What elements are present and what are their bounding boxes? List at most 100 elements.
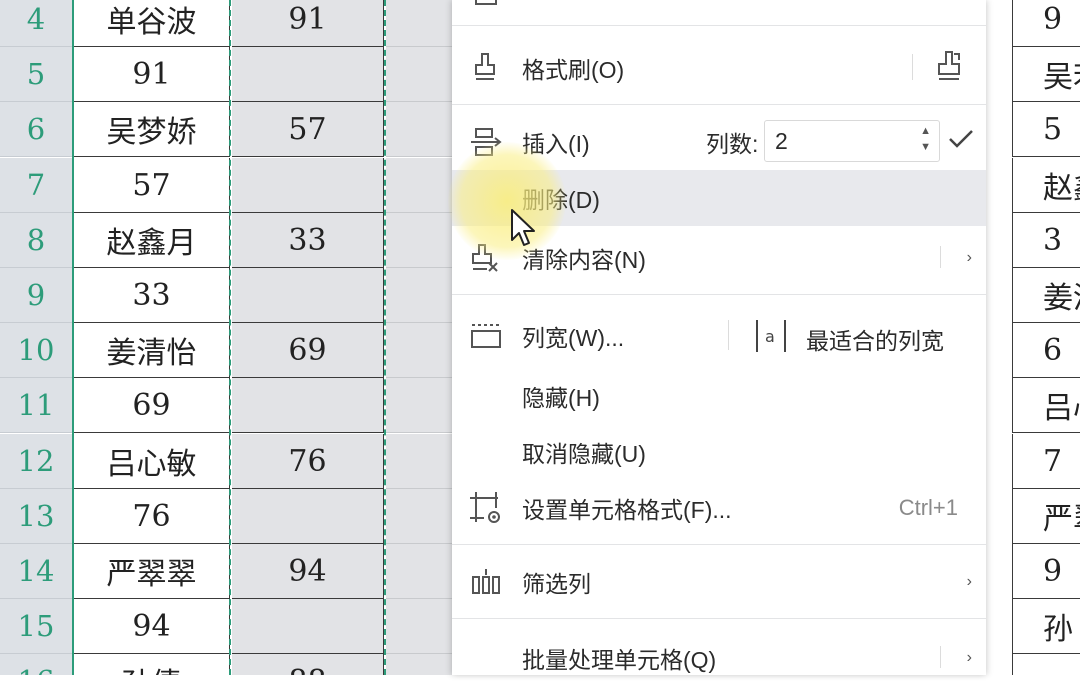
cell-name[interactable]: 33 [74, 268, 230, 323]
cell-score[interactable] [232, 599, 384, 654]
mouse-cursor-icon [510, 208, 538, 253]
column-width-icon [466, 316, 506, 356]
cell-empty[interactable] [386, 213, 452, 268]
cell-score[interactable]: 69 [232, 323, 384, 378]
best-fit-label[interactable]: 最适合的列宽 [806, 322, 944, 356]
cell-right[interactable]: 3 [1012, 213, 1080, 268]
row-header[interactable]: 5 [0, 47, 72, 102]
menu-separator [452, 544, 986, 545]
cell-empty[interactable] [386, 489, 452, 544]
cell-name[interactable]: 单谷波 [74, 0, 230, 47]
cell-name[interactable]: 严翠翠 [74, 544, 230, 599]
menu-item-format-painter[interactable]: 格式刷(O) [452, 40, 986, 96]
row-header[interactable]: 14 [0, 544, 72, 599]
cell-right[interactable]: 吕心 [1012, 378, 1080, 433]
cell-right[interactable] [1012, 654, 1080, 675]
row-header[interactable]: 8 [0, 213, 72, 268]
cell-empty[interactable] [386, 268, 452, 323]
cell-score[interactable] [232, 268, 384, 323]
cell-right[interactable]: 吴若 [1012, 47, 1080, 102]
cell-name[interactable]: 姜清怡 [74, 323, 230, 378]
cell-right[interactable]: 赵鑫 [1012, 158, 1080, 213]
format-painter-sticky-icon[interactable] [930, 48, 970, 93]
row-header[interactable]: 12 [0, 434, 72, 489]
menu-item-unhide[interactable]: 取消隐藏(U) [452, 424, 986, 480]
cell-right[interactable]: 姜清 [1012, 268, 1080, 323]
menu-item-batch-process[interactable]: 批量处理单元格(Q) › [452, 630, 986, 686]
row-header[interactable]: 4 [0, 0, 72, 47]
cell-right[interactable]: 9 [1012, 0, 1080, 47]
batch-process-label: 批量处理单元格(Q) [522, 647, 717, 673]
hide-label: 隐藏(H) [522, 385, 600, 411]
cell-empty[interactable] [386, 102, 452, 157]
format-cells-label: 设置单元格格式(F)... [522, 497, 732, 523]
cell-empty[interactable] [386, 0, 452, 47]
cell-score[interactable]: 33 [232, 213, 384, 268]
cell-score[interactable]: 88 [232, 654, 384, 675]
menu-item-hide[interactable]: 隐藏(H) [452, 368, 986, 424]
row-header[interactable]: 7 [0, 158, 72, 213]
stepper-arrows-icon[interactable]: ▲ ▼ [920, 123, 931, 155]
cell-name[interactable]: 94 [74, 599, 230, 654]
cell-name[interactable]: 69 [74, 378, 230, 433]
column-count-value: 2 [775, 127, 788, 154]
menu-separator [452, 104, 986, 105]
divider [940, 246, 941, 268]
cell-name[interactable]: 76 [74, 489, 230, 544]
submenu-arrow-icon: › [966, 649, 972, 666]
cell-right[interactable]: 9 [1012, 544, 1080, 599]
copy-marquee-right [384, 0, 386, 675]
cell-right[interactable]: 孙 [1012, 599, 1080, 654]
divider [728, 320, 729, 350]
cell-empty[interactable] [386, 47, 452, 102]
cell-right[interactable]: 6 [1012, 323, 1080, 378]
menu-item-partial[interactable] [452, 0, 986, 18]
row-header[interactable]: 9 [0, 268, 72, 323]
row-header[interactable]: 16 [0, 654, 72, 675]
cell-empty[interactable] [386, 323, 452, 378]
unhide-label: 取消隐藏(U) [522, 441, 646, 467]
partial-icon [466, 0, 506, 20]
cell-right[interactable]: 严翠 [1012, 489, 1080, 544]
cell-score[interactable]: 94 [232, 544, 384, 599]
cell-empty[interactable] [386, 434, 452, 489]
format-painter-label: 格式刷(O) [522, 57, 625, 83]
cell-score[interactable] [232, 489, 384, 544]
cursor-highlight [448, 142, 566, 260]
row-header[interactable]: 13 [0, 489, 72, 544]
cell-name[interactable]: 57 [74, 158, 230, 213]
divider [940, 646, 941, 668]
context-menu: 格式刷(O) 插入(I) 列数: 2 ▲▼ 删除(D) 清除内容(N) › 列 [452, 0, 986, 675]
row-header[interactable]: 15 [0, 599, 72, 654]
cell-empty[interactable] [386, 654, 452, 675]
filter-column-label: 筛选列 [522, 571, 591, 597]
divider [912, 54, 913, 80]
format-painter-icon [466, 48, 506, 88]
cell-empty[interactable] [386, 378, 452, 433]
cell-name[interactable]: 孙倩 [74, 654, 230, 675]
cell-name[interactable]: 吴梦娇 [74, 102, 230, 157]
cell-right[interactable]: 5 [1012, 102, 1080, 157]
row-header[interactable]: 10 [0, 323, 72, 378]
confirm-check-icon[interactable] [946, 124, 976, 159]
format-cells-icon [466, 488, 506, 528]
best-fit-icon[interactable]: a [754, 318, 788, 359]
cell-score[interactable] [232, 47, 384, 102]
row-header[interactable]: 6 [0, 102, 72, 157]
cell-empty[interactable] [386, 544, 452, 599]
cell-empty[interactable] [386, 158, 452, 213]
cell-score[interactable]: 76 [232, 434, 384, 489]
cell-score[interactable] [232, 378, 384, 433]
column-count-stepper[interactable]: 2 ▲ ▼ [764, 120, 940, 162]
cell-score[interactable]: 91 [232, 0, 384, 47]
cell-empty[interactable] [386, 599, 452, 654]
cell-right[interactable]: 7 [1012, 434, 1080, 489]
menu-item-format-cells[interactable]: 设置单元格格式(F)... Ctrl+1 [452, 480, 986, 536]
row-header[interactable]: 11 [0, 378, 72, 433]
menu-item-filter-column[interactable]: 筛选列 › [452, 554, 986, 610]
cell-score[interactable]: 57 [232, 102, 384, 157]
cell-score[interactable] [232, 158, 384, 213]
cell-name[interactable]: 吕心敏 [74, 434, 230, 489]
cell-name[interactable]: 91 [74, 47, 230, 102]
cell-name[interactable]: 赵鑫月 [74, 213, 230, 268]
